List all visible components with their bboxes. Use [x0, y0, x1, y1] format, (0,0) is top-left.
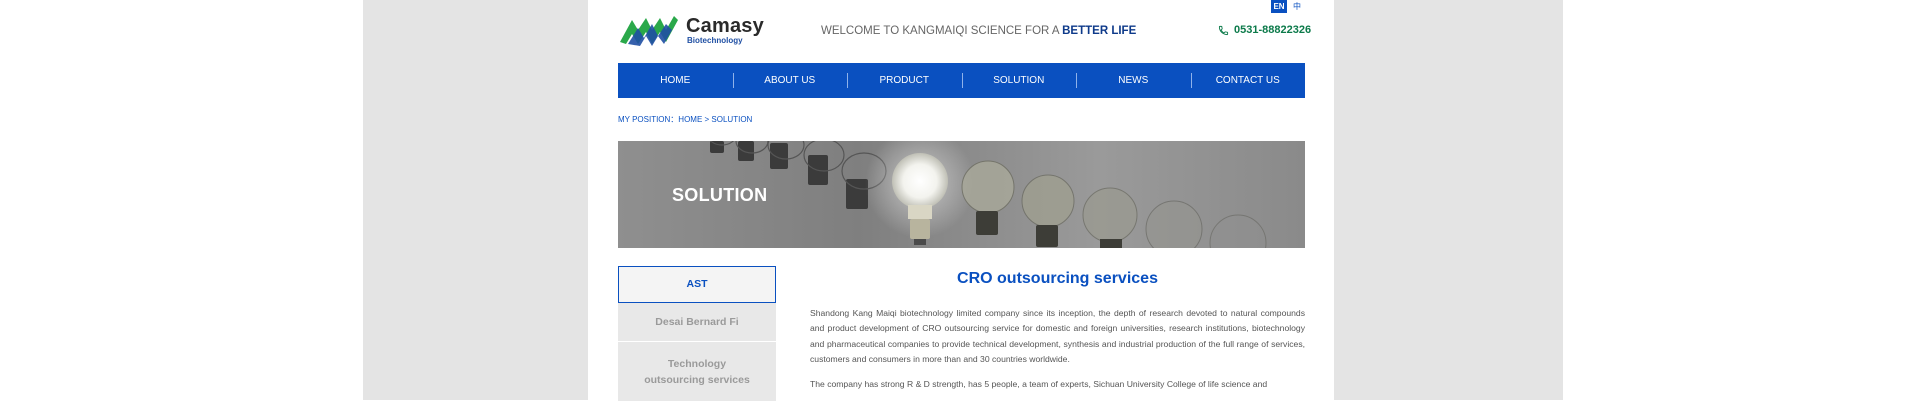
solution-banner: SOLUTION: [618, 141, 1305, 248]
nav-news[interactable]: NEWS: [1076, 63, 1191, 98]
logo-brand: Camasy: [686, 14, 764, 37]
content-paragraph: The company has strong R & D strength, h…: [810, 379, 1268, 390]
welcome-highlight: BETTER LIFE: [1062, 25, 1137, 37]
nav-about-us[interactable]: ABOUT US: [732, 63, 848, 98]
nav-product[interactable]: PRODUCT: [847, 63, 962, 98]
phone-icon: [1218, 25, 1229, 35]
language-en-button[interactable]: EN: [1271, 0, 1287, 13]
sidebar-item-technology-outsourcing[interactable]: Technology outsourcing services: [618, 342, 776, 402]
banner-title: SOLUTION: [672, 185, 768, 205]
page-container: Camasy Biotechnology WELCOME TO KANGMAIQ…: [588, 0, 1334, 402]
welcome-message: WELCOME TO KANGMAIQI SCIENCE FOR A BETTE…: [821, 25, 1136, 37]
nav-solution[interactable]: SOLUTION: [961, 63, 1077, 98]
camasy-logo-icon: [620, 16, 678, 46]
sidebar-menu: AST Desai Bernard Fi Technology outsourc…: [618, 266, 776, 402]
language-cn-button[interactable]: 中: [1289, 0, 1305, 13]
content-area: CRO outsourcing services Shandong Kang M…: [810, 270, 1305, 392]
breadcrumb[interactable]: MY POSITION：HOME > SOLUTION: [618, 114, 752, 125]
sidebar-item-desai-bernard-fi[interactable]: Desai Bernard Fi: [618, 303, 776, 342]
phone-number: 0531-88822326: [1234, 24, 1312, 36]
nav-contact-us[interactable]: CONTACT US: [1190, 63, 1306, 98]
language-switch: EN 中: [1271, 0, 1305, 13]
logo[interactable]: Camasy Biotechnology: [618, 14, 764, 46]
page-background-right: [1563, 0, 1920, 400]
content-title: CRO outsourcing services: [957, 270, 1158, 287]
page-background-left: [0, 0, 363, 400]
logo-subtitle: Biotechnology: [687, 35, 743, 45]
main-nav: HOME ABOUT US PRODUCT SOLUTION NEWS CONT…: [618, 63, 1305, 98]
phone-contact: 0531-88822326: [1218, 24, 1311, 36]
welcome-text: WELCOME TO KANGMAIQI SCIENCE FOR A: [821, 25, 1063, 37]
content-paragraph: Shandong Kang Maiqi biotechnology limite…: [810, 308, 1305, 364]
sidebar-item-ast[interactable]: AST: [618, 266, 776, 303]
nav-home[interactable]: HOME: [618, 63, 733, 98]
